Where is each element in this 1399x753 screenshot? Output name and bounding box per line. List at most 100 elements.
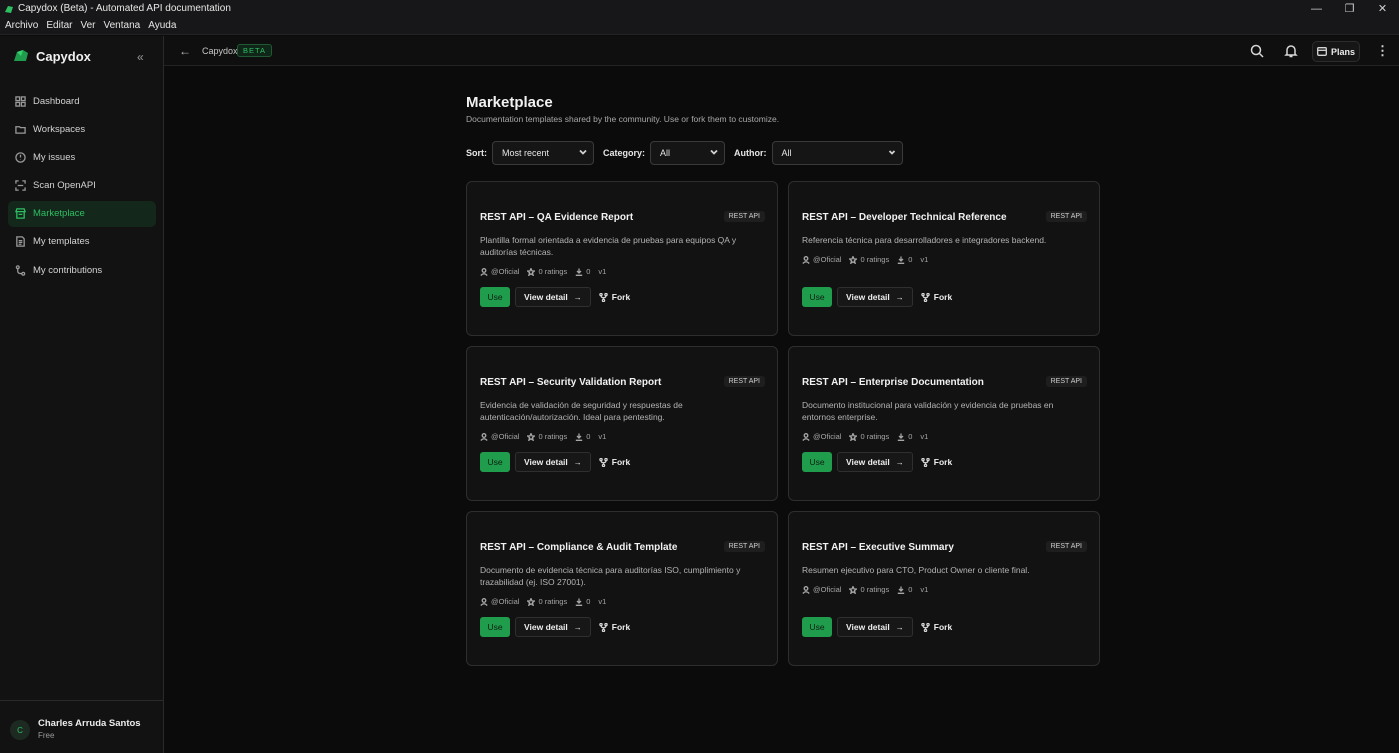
view-detail-button[interactable]: View detail → [515, 617, 591, 637]
download-icon [898, 256, 905, 264]
user-icon [802, 585, 810, 594]
card-description: Referencia técnica para desarrolladores … [802, 235, 1047, 245]
author-select[interactable]: All [771, 141, 903, 165]
top-header: ← Capydox BETA Plans ⋮ [164, 36, 1399, 66]
star-icon [849, 255, 858, 264]
sort-select[interactable]: Most recent [492, 141, 594, 165]
author-value: All [781, 148, 792, 158]
sidebar-item-my-templates[interactable]: My templates [8, 229, 156, 255]
card-meta: @Oficial 0 ratings 0 v1 [802, 432, 936, 441]
card-meta: @Oficial 0 ratings 0 v1 [480, 267, 614, 276]
card-version: v1 [920, 585, 929, 594]
user-profile[interactable]: C Charles Arruda Santos Free [0, 700, 163, 753]
sidebar-item-label: Dashboard [33, 95, 80, 107]
store-icon [15, 208, 26, 219]
card-author: @Oficial [491, 597, 520, 606]
menu-archivo[interactable]: Archivo [5, 20, 38, 31]
sidebar-item-label: My contributions [33, 264, 103, 276]
window-title: Capydox (Beta) - Automated API documenta… [18, 3, 231, 14]
folder-icon [15, 125, 26, 134]
card-author: @Oficial [813, 432, 842, 441]
collapse-sidebar-icon[interactable]: « [137, 50, 144, 64]
category-label: Category: [603, 148, 646, 158]
view-detail-button[interactable]: View detail → [837, 452, 913, 472]
fork-button[interactable]: Fork [599, 617, 630, 637]
card-version: v1 [920, 432, 929, 441]
arrow-right-icon: → [895, 292, 904, 302]
use-button[interactable]: Use [802, 617, 832, 637]
use-button[interactable]: Use [480, 452, 510, 472]
issue-circle-icon [15, 152, 26, 163]
fork-button[interactable]: Fork [921, 287, 952, 307]
menu-editar[interactable]: Editar [46, 20, 72, 31]
view-detail-button[interactable]: View detail → [837, 287, 913, 307]
search-icon[interactable] [1250, 44, 1264, 58]
user-icon [802, 255, 810, 264]
menu-ayuda[interactable]: Ayuda [148, 20, 176, 31]
card-title[interactable]: REST API – Security Validation Report [480, 377, 661, 388]
plans-button[interactable]: Plans [1312, 41, 1360, 62]
use-button[interactable]: Use [802, 287, 832, 307]
card-downloads: 0 [908, 585, 913, 594]
card-meta: @Oficial 0 ratings 0 v1 [480, 432, 614, 441]
category-value: All [660, 148, 671, 158]
use-button[interactable]: Use [480, 617, 510, 637]
brand[interactable]: Capydox [12, 48, 91, 64]
bell-icon[interactable] [1284, 44, 1298, 58]
use-button[interactable]: Use [480, 287, 510, 307]
view-detail-button[interactable]: View detail → [515, 452, 591, 472]
card-title[interactable]: REST API – Developer Technical Reference [802, 212, 1007, 223]
close-icon[interactable]: ✕ [1366, 0, 1399, 17]
star-icon [527, 597, 536, 606]
sidebar-item-my-issues[interactable]: My issues [8, 144, 156, 170]
fork-icon [921, 622, 930, 632]
minimize-icon[interactable]: — [1300, 0, 1333, 17]
arrow-right-icon: → [573, 622, 582, 632]
view-detail-button[interactable]: View detail → [837, 617, 913, 637]
sidebar-item-workspaces[interactable]: Workspaces [8, 116, 156, 142]
more-options-icon[interactable]: ⋮ [1376, 43, 1389, 59]
fork-button[interactable]: Fork [599, 287, 630, 307]
card-downloads: 0 [908, 432, 913, 441]
sidebar-item-label: My templates [33, 236, 90, 248]
use-button[interactable]: Use [802, 452, 832, 472]
view-detail-button[interactable]: View detail → [515, 287, 591, 307]
user-icon [480, 432, 488, 441]
scan-icon [15, 180, 26, 191]
card-meta: @Oficial 0 ratings 0 v1 [802, 255, 936, 264]
card-description: Documento institucional para validación … [802, 400, 1054, 422]
arrow-right-icon: → [895, 457, 904, 467]
sidebar-item-dashboard[interactable]: Dashboard [8, 88, 156, 114]
card-downloads: 0 [908, 255, 913, 264]
download-icon [576, 433, 583, 441]
card-downloads: 0 [586, 432, 591, 441]
template-card: REST API – Developer Technical Reference… [788, 181, 1100, 336]
restore-icon[interactable]: ❐ [1333, 0, 1366, 17]
sidebar-item-marketplace[interactable]: Marketplace [8, 200, 156, 227]
fork-button[interactable]: Fork [921, 452, 952, 472]
category-select[interactable]: All [650, 141, 726, 165]
card-ratings: 0 ratings [538, 267, 568, 276]
sidebar-item-scan-openapi[interactable]: Scan OpenAPI [8, 173, 156, 199]
fork-button[interactable]: Fork [599, 452, 630, 472]
menu-ventana[interactable]: Ventana [104, 20, 141, 31]
template-card: REST API – Executive Summary REST API Re… [788, 511, 1100, 666]
card-title[interactable]: REST API – QA Evidence Report [480, 212, 633, 223]
menu-ver[interactable]: Ver [80, 20, 95, 31]
card-title[interactable]: REST API – Executive Summary [802, 542, 954, 553]
card-ratings: 0 ratings [538, 597, 568, 606]
sidebar-item-my-contributions[interactable]: My contributions [8, 257, 156, 283]
fork-button[interactable]: Fork [921, 617, 952, 637]
download-icon [576, 598, 583, 606]
filter-bar: Sort: Most recent Category: All Author: … [466, 141, 912, 165]
chevron-down-icon [710, 148, 718, 156]
card-tag: REST API [1045, 376, 1087, 387]
page-subtitle: Documentation templates shared by the co… [466, 114, 780, 124]
card-author: @Oficial [491, 267, 520, 276]
card-title[interactable]: REST API – Compliance & Audit Template [480, 542, 677, 553]
breadcrumb[interactable]: Capydox [202, 46, 238, 56]
card-title[interactable]: REST API – Enterprise Documentation [802, 377, 984, 388]
sidebar-item-label: Workspaces [33, 123, 86, 135]
back-arrow-icon[interactable]: ← [179, 44, 191, 58]
sidebar-item-label: Scan OpenAPI [33, 180, 96, 192]
